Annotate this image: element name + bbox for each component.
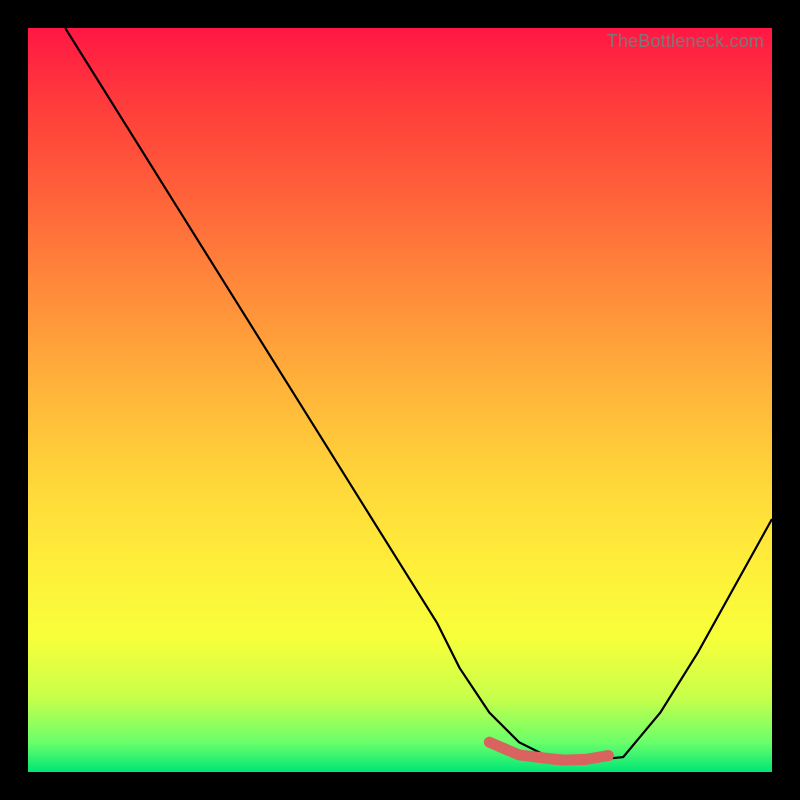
plot-area: TheBottleneck.com <box>28 28 772 772</box>
chart-container: TheBottleneck.com <box>0 0 800 800</box>
bottleneck-curve-path <box>65 28 772 761</box>
highlight-segment-path <box>489 742 608 760</box>
curve-svg <box>28 28 772 772</box>
highlight-end-dot <box>603 750 614 761</box>
